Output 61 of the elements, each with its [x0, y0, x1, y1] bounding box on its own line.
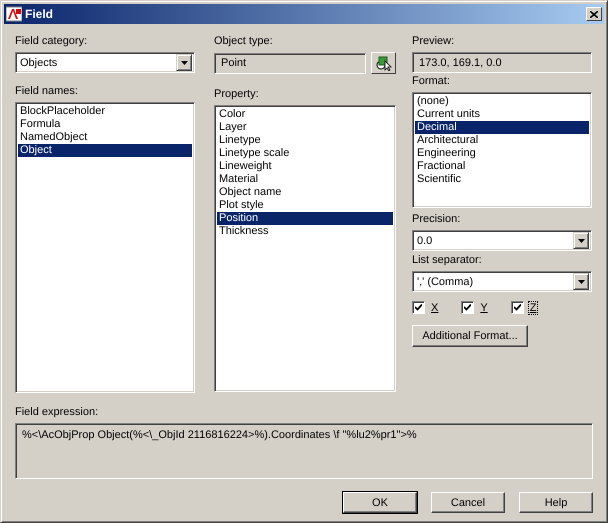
field-label: Object type:: [214, 35, 274, 48]
dropdown-arrow-icon: [578, 280, 584, 284]
expression-field: %<\AcObjProp Object(%<\_ObjId 2116816224>%).Coordinates \f "%lu2%pr1">%: [15, 423, 593, 479]
list-item[interactable]: Linetype scale: [217, 147, 393, 160]
checkbox[interactable]: [461, 301, 474, 314]
checkbox[interactable]: [510, 301, 524, 314]
checkbox-label: Y: [479, 302, 489, 314]
list-item[interactable]: Engineering: [415, 147, 589, 160]
dropdown-button[interactable]: [573, 232, 589, 249]
list-item[interactable]: Position: [217, 212, 393, 225]
checkbox-label: Z: [528, 302, 538, 314]
list-item[interactable]: Object: [18, 144, 192, 157]
list-item[interactable]: Fractional: [415, 160, 589, 173]
list-item[interactable]: Decimal: [415, 121, 589, 134]
category-dropdown[interactable]: Objects: [15, 52, 195, 73]
list-item[interactable]: Formula: [18, 118, 192, 131]
close-button[interactable]: [586, 7, 602, 21]
separator-dropdown[interactable]: ',' (Comma): [412, 271, 592, 292]
list-item[interactable]: Architectural: [415, 134, 589, 147]
list-item[interactable]: Current units: [415, 108, 589, 121]
dropdown-button[interactable]: [176, 54, 192, 71]
preview-field: 173.0, 169.1, 0.0: [412, 52, 592, 73]
dropdown-arrow-icon: [180, 60, 188, 64]
dialog-button[interactable]: Cancel: [431, 492, 505, 513]
field-label: Property:: [214, 88, 260, 101]
list-item[interactable]: (none): [415, 95, 589, 108]
checkbox[interactable]: [412, 301, 425, 314]
list-item[interactable]: NamedObject: [18, 131, 192, 144]
object-type-field: Point: [214, 52, 366, 74]
dialog-button[interactable]: OK: [343, 492, 417, 513]
checkbox-label: X: [430, 302, 440, 314]
check-icon: [514, 304, 521, 311]
dropdown-button[interactable]: [573, 273, 589, 290]
list-item[interactable]: Scientific: [415, 173, 589, 186]
list-item[interactable]: Layer: [217, 121, 393, 134]
list-item[interactable]: Object name: [217, 186, 393, 199]
check-icon: [415, 304, 422, 311]
field-label: List separator:: [412, 254, 483, 267]
field-label: Precision:: [412, 213, 462, 226]
field-label: Preview:: [412, 35, 456, 48]
additional-format-button[interactable]: Additional Format...: [412, 325, 528, 347]
window-title: Field: [25, 7, 54, 21]
dialog-button[interactable]: Help: [519, 492, 593, 513]
app-icon: [6, 6, 22, 22]
list-item[interactable]: Thickness: [217, 225, 393, 238]
list-item[interactable]: Lineweight: [217, 160, 393, 173]
precision-dropdown[interactable]: 0.0: [412, 230, 592, 251]
field-label: Format:: [412, 75, 451, 88]
field-label: Field category:: [15, 35, 88, 48]
list-item[interactable]: BlockPlaceholder: [18, 105, 192, 118]
list-item[interactable]: Plot style: [217, 199, 393, 212]
field-label: Field expression:: [15, 406, 100, 419]
select-object-button[interactable]: [371, 52, 396, 74]
pick-object-icon: [375, 56, 392, 70]
dropdown-arrow-icon: [578, 238, 584, 242]
list-item[interactable]: Color: [217, 108, 393, 121]
close-icon: [590, 10, 598, 18]
list-item[interactable]: Linetype: [217, 134, 393, 147]
check-icon: [464, 304, 472, 311]
field-label: Field names:: [15, 85, 79, 98]
list-item[interactable]: Material: [217, 173, 393, 186]
